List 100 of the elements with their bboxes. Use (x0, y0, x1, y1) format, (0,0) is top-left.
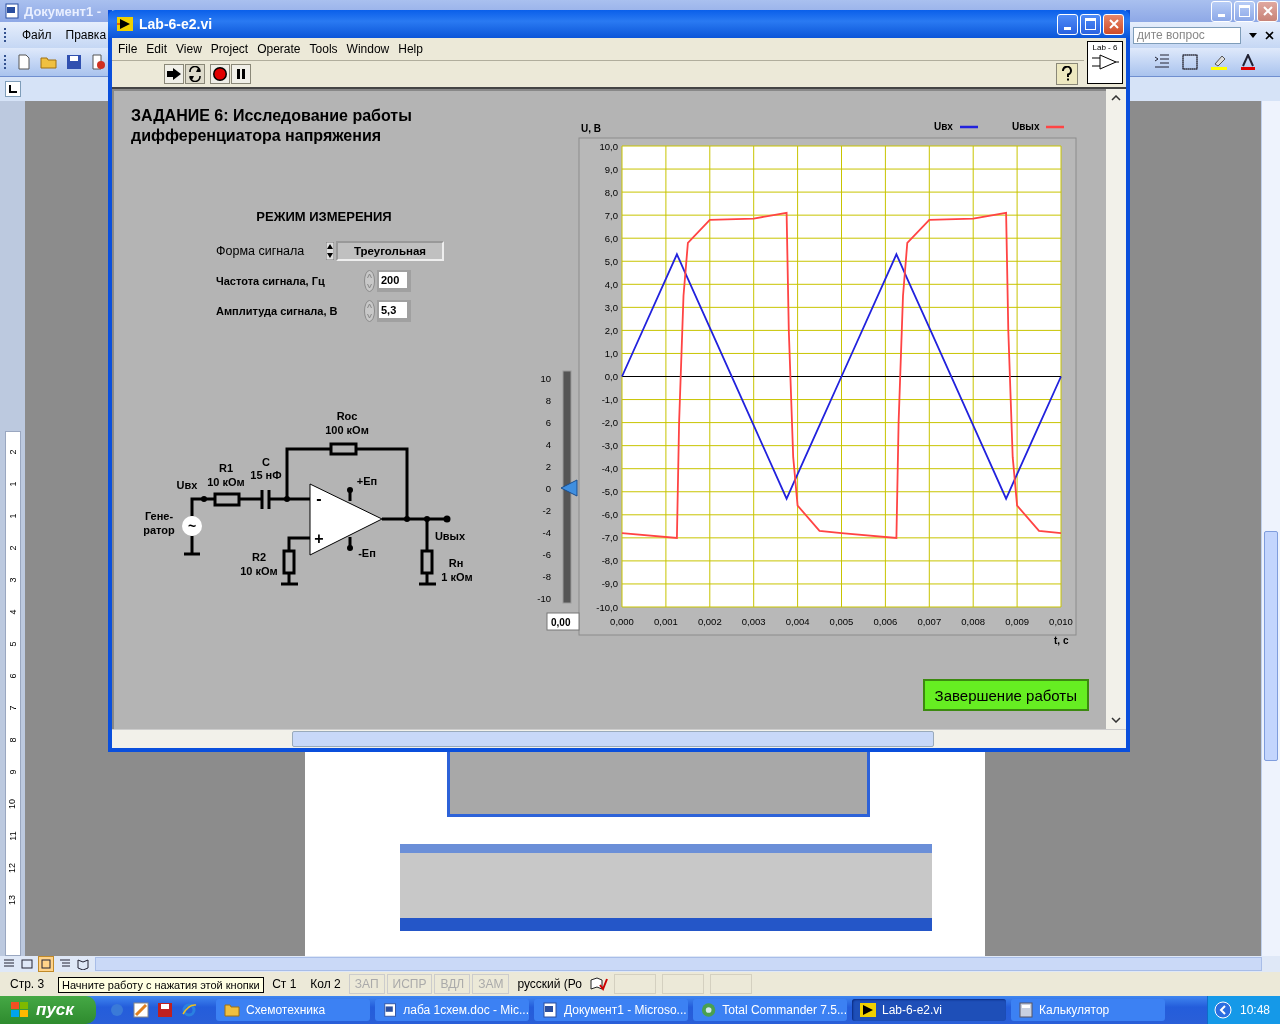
pause-button[interactable] (231, 64, 251, 84)
window-title: Документ1 - (24, 3, 102, 19)
close-icon (1261, 5, 1274, 17)
disk-icon (701, 1002, 717, 1018)
print-layout-icon[interactable] (39, 957, 53, 971)
waveform-selector[interactable]: Треугольная (336, 241, 444, 261)
spelling-icon[interactable] (590, 977, 608, 991)
slider-tick-label: -4 (542, 526, 551, 538)
indent-icon[interactable] (1154, 54, 1170, 68)
reading-view-icon[interactable] (77, 958, 89, 970)
maximize-icon (1085, 18, 1096, 30)
new-document-icon[interactable] (16, 54, 32, 70)
start-button[interactable]: пуск (0, 996, 96, 1024)
tab-stop-icon (9, 85, 17, 93)
component-value: 1 кОм (441, 571, 473, 583)
help-button[interactable] (1056, 63, 1078, 85)
menu-item[interactable]: Window (346, 42, 390, 56)
dropdown-arrow-icon[interactable] (1249, 32, 1257, 38)
slider-value: 0,00 (551, 616, 571, 628)
ruler-number: 13 (6, 895, 19, 905)
menu-item[interactable]: View (176, 42, 202, 56)
status-item: ВДЛ (434, 974, 471, 994)
slider-thumb[interactable] (560, 479, 578, 497)
tick-label: 0,009 (1005, 616, 1029, 627)
normal-view-icon[interactable] (3, 958, 15, 970)
numeric-field[interactable]: 5,3 (379, 302, 407, 318)
menu-item[interactable]: Edit (146, 42, 168, 56)
abort-button[interactable] (210, 64, 230, 84)
generator-symbol: ~ (187, 518, 197, 534)
tick-label: 0,001 (654, 616, 678, 627)
slider-tick-label: 2 (545, 460, 551, 472)
run-arrow-icon (860, 1003, 876, 1017)
scroll-thumb[interactable] (1264, 531, 1278, 761)
vi-icon: Lab - 6 (1087, 41, 1123, 84)
slider-tick-label: 4 (545, 438, 551, 450)
maximize-button[interactable] (1080, 13, 1101, 35)
taskbar-button[interactable]: Lab-6-e2.vi (852, 999, 1006, 1021)
taskbar-button[interactable]: лаба 1схем.doc - Mic... (375, 999, 529, 1021)
control-label: Форма сигнала (216, 244, 306, 258)
tick-label: -5,0 (601, 486, 618, 498)
taskbar-button[interactable]: Документ1 - Microso... (534, 999, 688, 1021)
close-button[interactable] (1257, 0, 1278, 22)
vertical-scrollbar[interactable] (1261, 101, 1280, 956)
menu-item[interactable]: File (118, 42, 138, 56)
axis-label: U, В (581, 123, 601, 134)
borders-icon[interactable] (1182, 54, 1198, 70)
close-button[interactable] (1103, 13, 1124, 35)
menu-item[interactable]: Tools (309, 42, 338, 56)
outline-view-icon[interactable] (59, 958, 71, 970)
tick-label: -10,0 (596, 601, 618, 613)
ruler-number: 10 (6, 799, 19, 809)
scroll-thumb[interactable] (292, 731, 934, 747)
slider-tick-label: 6 (545, 416, 551, 428)
taskbar-button[interactable]: Схемотехника (216, 999, 370, 1021)
component-label: R2 (251, 551, 267, 563)
panel-title: ЗАДАНИЕ 6: Исследование работы дифференциатора напряжения (131, 106, 413, 146)
horizontal-scrollbar[interactable] (95, 957, 1262, 971)
legend-label: Uвых (1012, 121, 1040, 132)
highlighter-icon[interactable] (1210, 54, 1228, 70)
increment-arrows-icon[interactable] (326, 242, 334, 260)
tick-label: -8,0 (601, 555, 618, 567)
slider-value-field[interactable] (546, 612, 580, 631)
web-view-icon[interactable] (21, 958, 33, 970)
print-preview-icon[interactable] (90, 54, 106, 70)
menu-item[interactable]: Файл (22, 28, 52, 42)
font-color-icon[interactable] (1240, 54, 1256, 70)
tick-label: 7,0 (604, 209, 618, 221)
numeric-field[interactable]: 200 (379, 272, 407, 288)
supply-label: -Еп (358, 547, 376, 559)
vertical-scrollbar[interactable] (1106, 89, 1126, 729)
status-panel (662, 974, 704, 994)
ruler-number: 11 (6, 831, 19, 841)
menu-item[interactable]: Project (210, 42, 249, 56)
tab-stop-selector[interactable] (5, 81, 21, 97)
chevron-left-icon[interactable] (1213, 1001, 1232, 1019)
amplifier-icon (1091, 53, 1119, 71)
ruler-number: 9 (6, 769, 19, 775)
help-search-field[interactable]: дите вопрос (1133, 26, 1241, 44)
document-icon (4, 3, 20, 19)
menu-item[interactable]: Help (398, 42, 423, 56)
control-label: Амплитуда сигнала, В (216, 305, 339, 317)
run-button[interactable] (164, 64, 184, 84)
run-arrow-icon (117, 17, 133, 31)
minimize-button[interactable] (1057, 13, 1078, 35)
taskbar-button[interactable]: Total Commander 7.5... (693, 999, 847, 1021)
component-value: 10 кОм (240, 565, 278, 577)
exit-button[interactable]: Завершение работы (922, 679, 1089, 711)
taskbar-button[interactable]: Калькулятор (1011, 999, 1165, 1021)
close-icon[interactable] (1265, 30, 1274, 40)
pencil-icon[interactable] (133, 1002, 149, 1018)
section-heading: РЕЖИМ ИЗМЕРЕНИЯ (255, 209, 393, 224)
menu-item[interactable]: Operate (257, 42, 301, 56)
ruler-number: 8 (6, 737, 19, 743)
flag-icon (10, 1001, 30, 1019)
document-icon (542, 1002, 558, 1018)
question-mark-icon (1060, 66, 1074, 82)
horizontal-scrollbar[interactable] (112, 729, 1126, 748)
menu-item[interactable]: Правка (65, 28, 107, 42)
run-continuously-button[interactable] (185, 64, 205, 84)
slider-tick-label: 10 (540, 372, 551, 384)
